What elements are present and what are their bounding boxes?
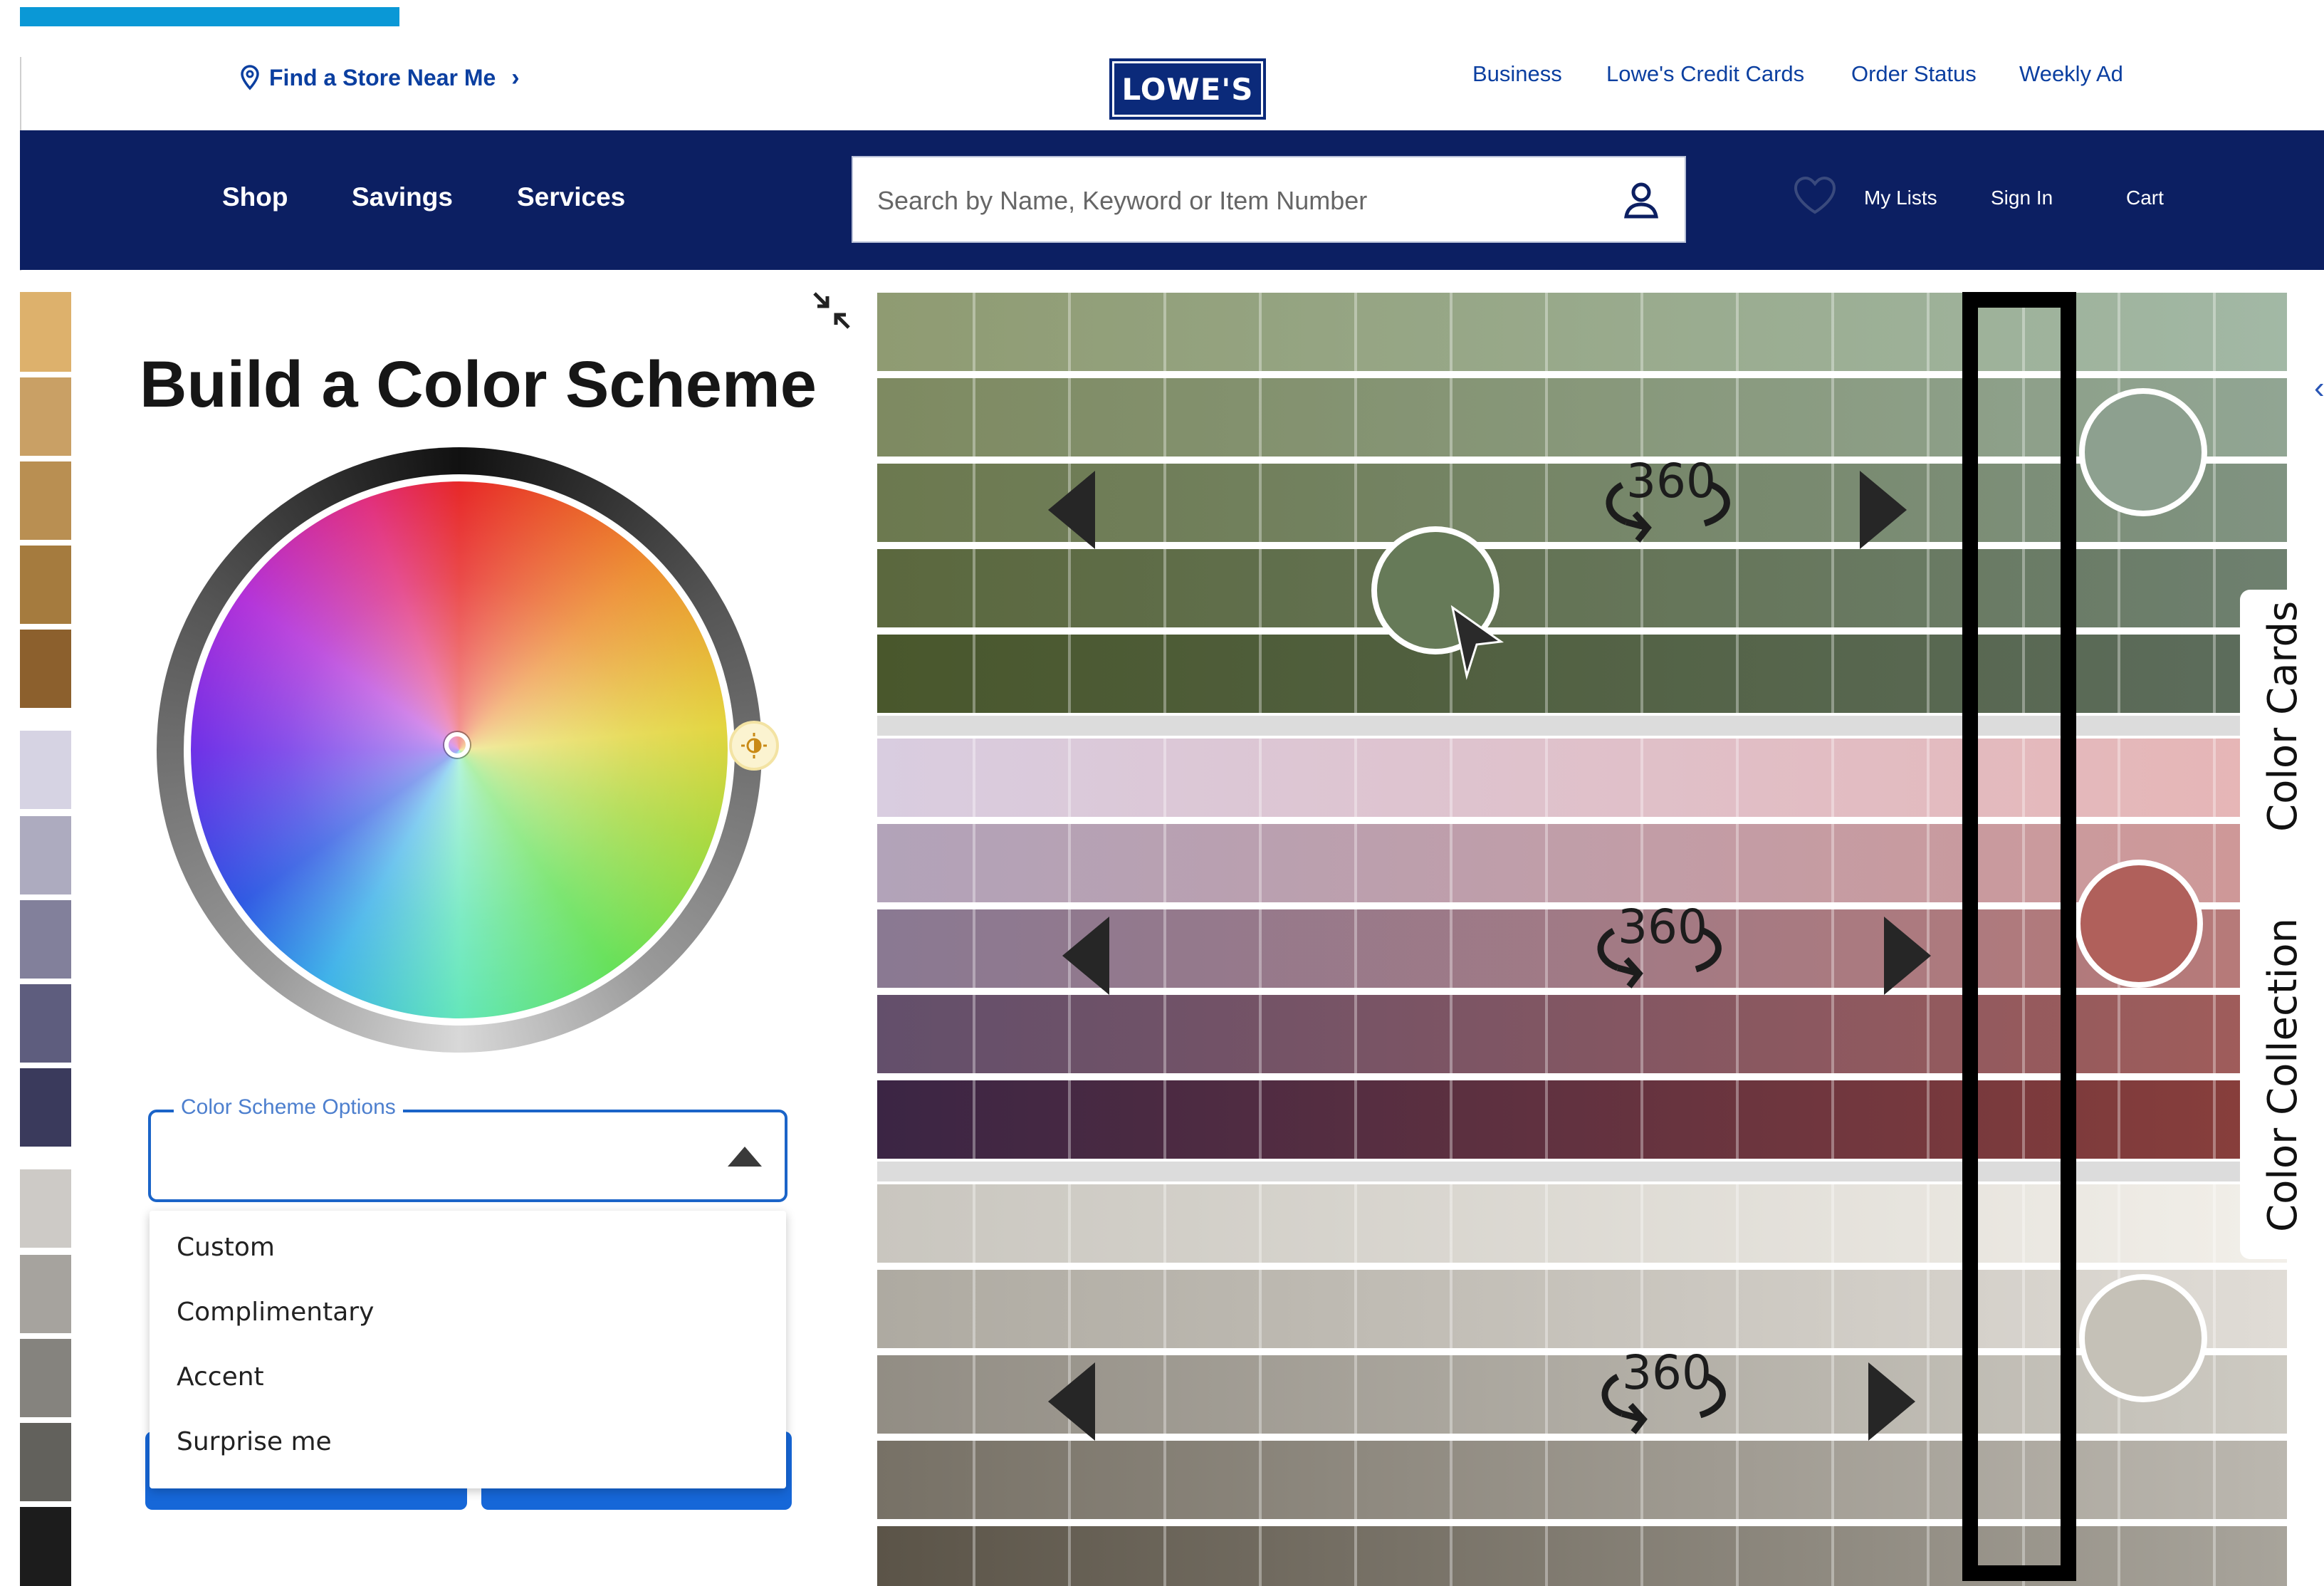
left-swatch bbox=[20, 984, 71, 1063]
swatch-column-divider bbox=[1354, 293, 1357, 713]
panel-title: Build a Color Scheme bbox=[140, 348, 817, 421]
credit-cards-link[interactable]: Lowe's Credit Cards bbox=[1606, 61, 1804, 90]
swatch-column-divider bbox=[1927, 293, 1930, 713]
swatch-column-divider bbox=[1927, 1184, 1930, 1586]
left-swatch bbox=[20, 630, 71, 708]
swatch-column-divider bbox=[973, 739, 975, 1159]
page-loading-bar bbox=[20, 7, 399, 26]
left-swatch bbox=[20, 816, 71, 894]
swatch-column-divider bbox=[1450, 739, 1452, 1159]
caret-up-icon[interactable] bbox=[728, 1147, 762, 1167]
left-swatch bbox=[20, 1169, 71, 1248]
business-link[interactable]: Business bbox=[1472, 61, 1562, 90]
swatch-column-divider bbox=[1259, 1184, 1262, 1586]
left-swatch bbox=[20, 377, 71, 456]
swatch-grid: 360 360 360 bbox=[877, 270, 2324, 1586]
left-swatch bbox=[20, 461, 71, 540]
left-swatch bbox=[20, 292, 71, 372]
tab-color-collection[interactable]: Color Collection bbox=[2260, 918, 2306, 1232]
swatch-column-divider bbox=[973, 1184, 975, 1586]
arrow-right-icon[interactable] bbox=[1865, 1361, 1918, 1442]
swatch-column-divider bbox=[1736, 739, 1739, 1159]
rotate-360-label: 360 bbox=[1626, 454, 1716, 508]
chevron-right-icon: › bbox=[511, 63, 520, 91]
arrow-left-icon[interactable] bbox=[1045, 1361, 1098, 1442]
heart-icon[interactable] bbox=[1793, 175, 1837, 215]
swatch-column-divider bbox=[1354, 1184, 1357, 1586]
color-wheel-picker-handle[interactable] bbox=[444, 732, 470, 758]
arrow-left-icon[interactable] bbox=[1059, 915, 1112, 996]
swatch-column-divider bbox=[973, 293, 975, 713]
find-store-label: Find a Store Near Me bbox=[269, 64, 496, 90]
color-scheme-select-label: Color Scheme Options bbox=[174, 1095, 403, 1120]
my-lists-link[interactable]: My Lists bbox=[1864, 187, 1937, 209]
brightness-icon bbox=[741, 733, 767, 758]
sign-in-link[interactable]: Sign In bbox=[1991, 187, 2053, 209]
swatch-column-divider bbox=[1736, 1184, 1739, 1586]
weekly-ad-link[interactable]: Weekly Ad bbox=[2019, 61, 2123, 90]
swatch-column-divider bbox=[1831, 739, 1834, 1159]
order-status-link[interactable]: Order Status bbox=[1851, 61, 1977, 90]
left-swatch bbox=[20, 546, 71, 624]
tab-color-cards[interactable]: Color Cards bbox=[2260, 601, 2306, 832]
swatch-column-divider bbox=[1545, 739, 1548, 1159]
left-swatch bbox=[20, 1339, 71, 1417]
find-store-link[interactable]: Find a Store Near Me › bbox=[241, 60, 520, 95]
swatch-column-divider bbox=[1259, 293, 1262, 713]
arrow-left-icon[interactable] bbox=[1045, 469, 1098, 551]
account-icon[interactable] bbox=[1621, 179, 1662, 221]
swatch-column-divider bbox=[1545, 293, 1548, 713]
color-scheme-select[interactable] bbox=[148, 1110, 787, 1202]
swatch-column-divider bbox=[1831, 293, 1834, 713]
option-complimentary[interactable]: Complimentary bbox=[177, 1298, 374, 1333]
arrow-right-icon[interactable] bbox=[1881, 915, 1934, 996]
swatch-column-divider bbox=[1163, 739, 1166, 1159]
chevron-left-icon[interactable]: ‹ bbox=[2314, 370, 2324, 406]
mouse-cursor-icon bbox=[1450, 605, 1504, 680]
option-accent[interactable]: Accent bbox=[177, 1362, 264, 1398]
option-surprise-me[interactable]: Surprise me bbox=[177, 1427, 332, 1463]
lowes-logo[interactable]: LOWE'S bbox=[1112, 61, 1263, 117]
left-swatch bbox=[20, 1255, 71, 1333]
left-swatch bbox=[20, 1507, 71, 1586]
swatch-column-divider bbox=[1831, 1184, 1834, 1586]
rotate-360-icon[interactable]: 360 bbox=[1589, 899, 1732, 992]
nav-services[interactable]: Services bbox=[517, 182, 625, 212]
search-input[interactable] bbox=[877, 184, 1575, 218]
swatch-column-divider bbox=[1163, 1184, 1166, 1586]
rotate-360-icon[interactable]: 360 bbox=[1593, 1345, 1736, 1438]
cart-link[interactable]: Cart bbox=[2126, 187, 2164, 209]
brightness-slider-handle[interactable] bbox=[729, 721, 779, 771]
swatch-column-divider bbox=[1259, 739, 1262, 1159]
arrow-right-icon[interactable] bbox=[1857, 469, 1910, 551]
swatch-column-divider bbox=[1163, 293, 1166, 713]
swatch-column-divider bbox=[2213, 1184, 2216, 1586]
left-swatch bbox=[20, 900, 71, 979]
swatch-column-divider bbox=[1354, 739, 1357, 1159]
selected-color-chip[interactable] bbox=[2075, 860, 2203, 988]
selected-color-chip[interactable] bbox=[2079, 1274, 2207, 1402]
swatch-column-divider bbox=[1545, 1184, 1548, 1586]
selected-column-frame[interactable] bbox=[1962, 292, 2076, 1581]
nav-savings[interactable]: Savings bbox=[352, 182, 453, 212]
option-custom[interactable]: Custom bbox=[177, 1233, 275, 1268]
rotate-360-label: 360 bbox=[1622, 1345, 1712, 1400]
location-pin-icon bbox=[241, 65, 259, 90]
swatch-column-divider bbox=[2213, 293, 2216, 713]
swatch-column-divider bbox=[1450, 1184, 1452, 1586]
left-swatch bbox=[20, 1423, 71, 1501]
nav-shop[interactable]: Shop bbox=[222, 182, 288, 212]
left-swatch bbox=[20, 1068, 71, 1147]
rotate-360-label: 360 bbox=[1618, 899, 1707, 954]
selected-color-chip[interactable] bbox=[2079, 388, 2207, 516]
left-swatch bbox=[20, 731, 71, 809]
swatch-column-divider bbox=[2213, 739, 2216, 1159]
collapse-icon[interactable] bbox=[810, 289, 853, 332]
rotate-360-icon[interactable]: 360 bbox=[1598, 454, 1740, 546]
